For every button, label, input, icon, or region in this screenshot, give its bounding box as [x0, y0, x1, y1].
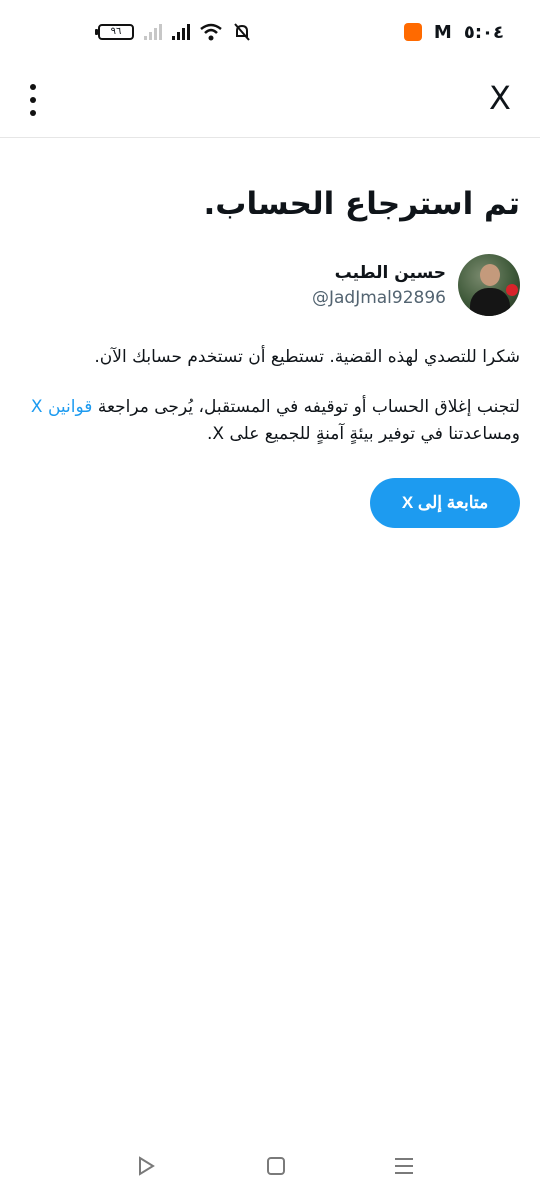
gmail-icon: M — [433, 21, 452, 43]
status-right: M ٥:٠٤ — [403, 21, 504, 43]
more-vertical-icon[interactable] — [22, 80, 44, 120]
message-paragraph-2: لتجنب إغلاق الحساب أو توقيفه في المستقبل… — [20, 394, 520, 448]
wifi-icon — [200, 23, 222, 41]
x-rules-link[interactable]: قوانين X — [31, 397, 93, 417]
system-nav-bar — [0, 1140, 540, 1194]
battery-icon: ٩٦ — [95, 24, 134, 40]
main-content: تم استرجاع الحساب. حسين الطيب @JadJmal92… — [0, 138, 540, 528]
display-name: حسين الطيب — [334, 263, 446, 283]
app-icon — [403, 23, 422, 41]
paragraph2-text-2: ومساعدتنا في توفير بيئةٍ آمنةٍ للجميع عل… — [206, 424, 520, 444]
account-row: حسين الطيب @JadJmal92896 — [20, 254, 520, 316]
account-info: حسين الطيب @JadJmal92896 — [312, 260, 446, 310]
signal-icon — [172, 24, 190, 40]
account-handle: @JadJmal92896 — [311, 288, 446, 308]
recents-icon[interactable] — [392, 1154, 416, 1178]
avatar — [458, 254, 520, 316]
status-bar: ٩٦ M ٥:٠٤ — [0, 0, 540, 64]
clock: ٥:٠٤ — [463, 21, 504, 43]
back-icon[interactable] — [134, 1154, 158, 1178]
status-left: ٩٦ — [95, 22, 252, 42]
top-app-bar: X — [0, 64, 540, 138]
continue-to-x-button[interactable]: متابعة إلى X — [370, 478, 520, 528]
message-paragraph-1: شكرا للتصدي لهذه القضية. تستطيع أن تستخد… — [94, 347, 520, 367]
close-button[interactable]: X — [482, 76, 518, 120]
mute-icon — [234, 23, 250, 41]
page-title: تم استرجاع الحساب. — [203, 186, 520, 222]
signal-icon — [144, 24, 162, 40]
paragraph2-text-1: لتجنب إغلاق الحساب أو توقيفه في المستقبل… — [92, 397, 520, 417]
home-icon[interactable] — [264, 1154, 288, 1178]
